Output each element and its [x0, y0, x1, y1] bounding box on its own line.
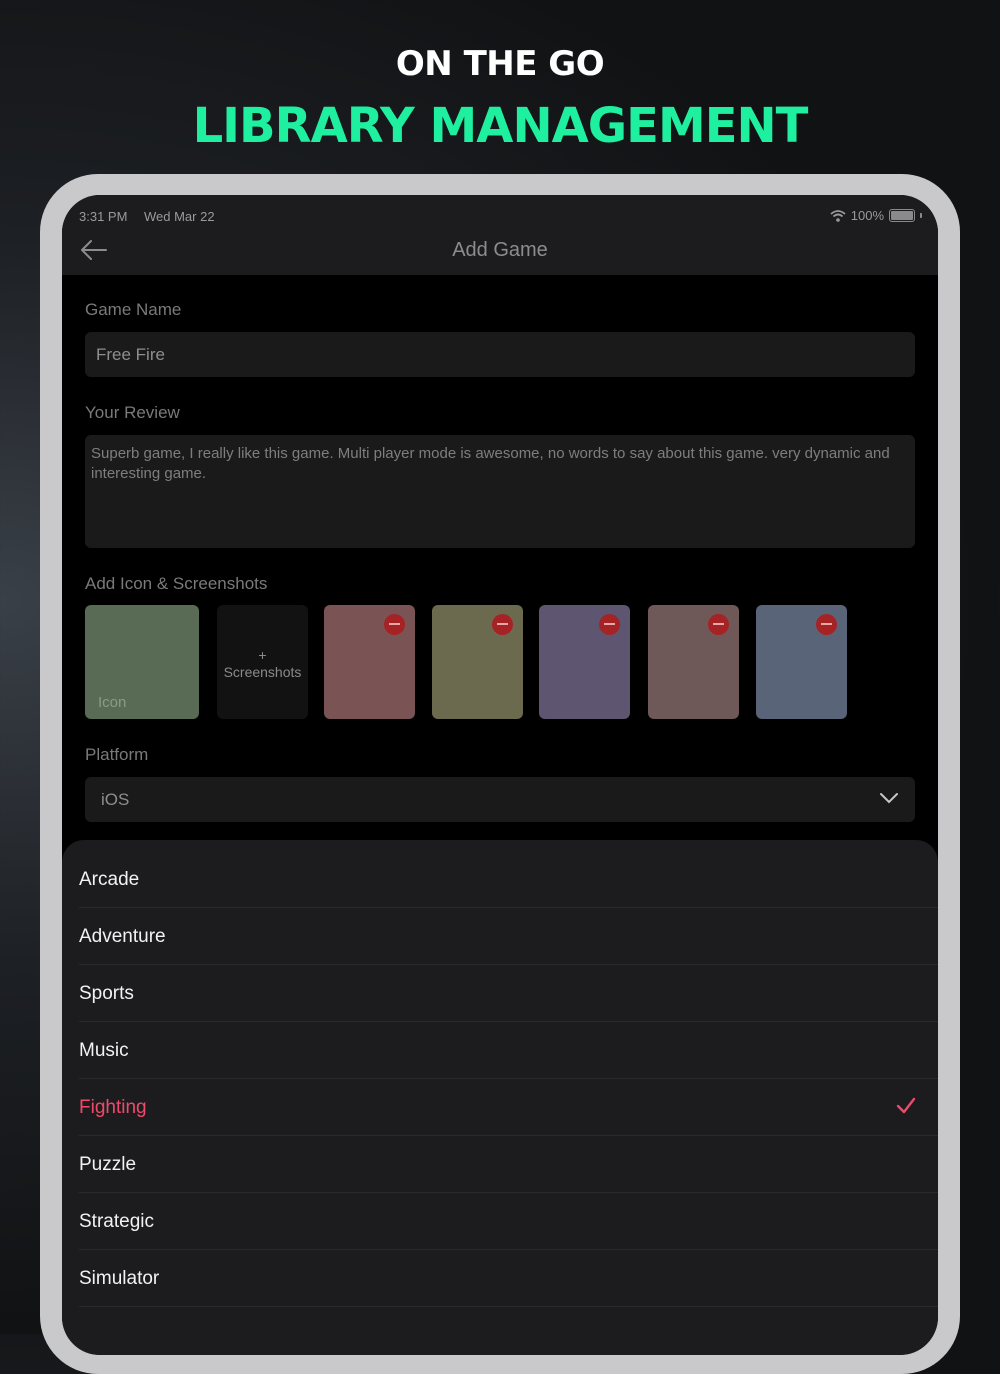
genre-option-adventure[interactable]: Adventure	[79, 908, 938, 965]
remove-icon[interactable]	[816, 614, 837, 635]
add-screenshots-label: Screenshots	[223, 664, 302, 680]
screenshot-thumbnail[interactable]	[324, 605, 415, 719]
genre-option-label: Arcade	[79, 869, 140, 890]
platform-select[interactable]: iOS	[85, 777, 915, 822]
remove-icon[interactable]	[599, 614, 620, 635]
genre-option-label: Puzzle	[79, 1154, 137, 1175]
genre-option-label: Adventure	[79, 926, 166, 947]
genre-option-label: Strategic	[79, 1211, 154, 1232]
app-screen: 3:31 PM Wed Mar 22 100% Add Game Game Na…	[62, 195, 938, 1355]
screenshot-thumbnail[interactable]	[648, 605, 739, 719]
platform-value: iOS	[101, 790, 130, 809]
screenshot-thumbnail[interactable]	[539, 605, 630, 719]
remove-icon[interactable]	[492, 614, 513, 635]
genre-option-label: Fighting	[79, 1097, 147, 1118]
add-screenshots-button[interactable]: + Screenshots	[217, 605, 308, 719]
battery-icon	[889, 209, 915, 222]
media-label: Add Icon & Screenshots	[85, 574, 268, 593]
review-label: Your Review	[85, 403, 180, 422]
icon-upload-tile[interactable]: Icon	[85, 605, 199, 719]
wifi-icon	[830, 209, 846, 222]
genre-option-label: Sports	[79, 983, 134, 1004]
genre-option-fighting[interactable]: Fighting	[79, 1079, 938, 1136]
genre-option-sports[interactable]: Sports	[79, 965, 938, 1022]
checkmark-icon	[896, 1097, 916, 1114]
remove-icon[interactable]	[708, 614, 729, 635]
remove-icon[interactable]	[384, 614, 405, 635]
status-date: Wed Mar 22	[144, 209, 215, 224]
nav-bar: Add Game	[62, 225, 938, 275]
chevron-down-icon	[880, 793, 898, 804]
battery-percent: 100%	[850, 208, 884, 223]
genre-option-label: Simulator	[79, 1268, 160, 1289]
genre-option-puzzle[interactable]: Puzzle	[79, 1136, 938, 1193]
game-name-value: Free Fire	[96, 345, 165, 364]
game-name-label: Game Name	[85, 300, 182, 319]
status-time: 3:31 PM	[79, 209, 128, 224]
genre-option-strategic[interactable]: Strategic	[79, 1193, 938, 1250]
genre-option-label: Music	[79, 1040, 129, 1061]
genre-picker-sheet: Arcade Adventure Sports Music Fighting Puzzle…	[62, 840, 938, 1355]
game-name-field[interactable]: Free Fire	[85, 332, 915, 377]
promo-headline: ON THE GO	[395, 44, 605, 84]
icon-tile-label: Icon	[98, 694, 127, 711]
promo-title: LIBRARY MANAGEMENT	[192, 98, 809, 154]
platform-label: Platform	[85, 745, 149, 764]
genre-option-music[interactable]: Music	[79, 1022, 938, 1079]
plus-icon: +	[258, 647, 267, 663]
review-textarea[interactable]: Superb game, I really like this game. Mu…	[85, 435, 915, 548]
page-title: Add Game	[452, 239, 548, 261]
screenshot-thumbnail[interactable]	[432, 605, 523, 719]
genre-option-arcade[interactable]: Arcade	[79, 851, 938, 908]
genre-option-simulator[interactable]: Simulator	[79, 1250, 938, 1307]
screenshot-thumbnail[interactable]	[756, 605, 847, 719]
